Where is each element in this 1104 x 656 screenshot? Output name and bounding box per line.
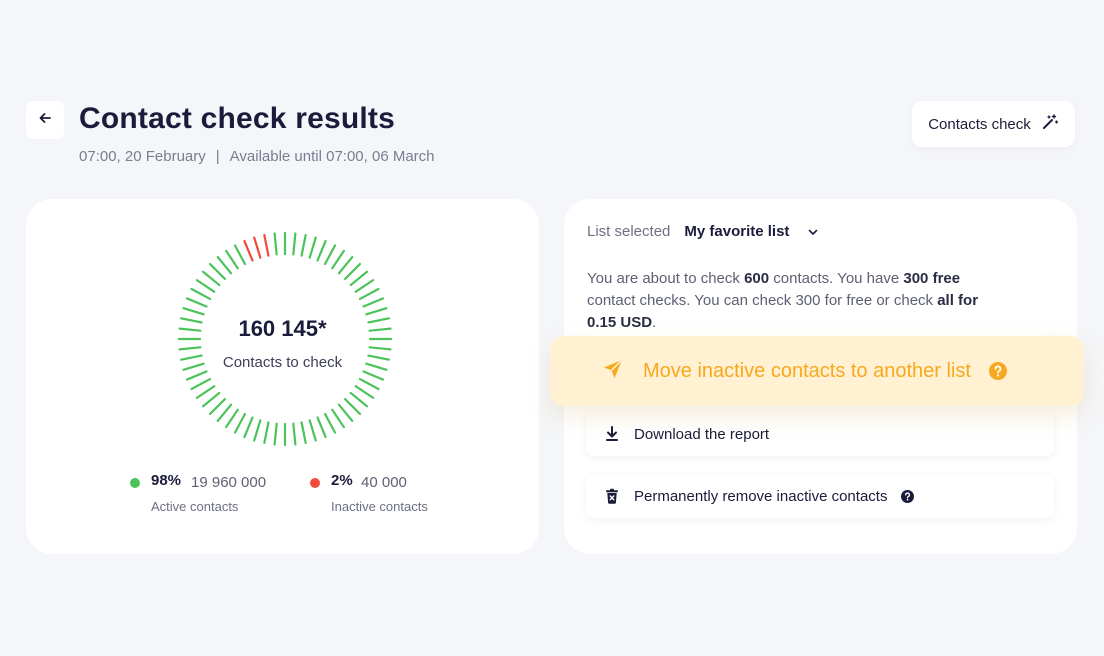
- remove-inactive-button[interactable]: Permanently remove inactive contacts: [586, 474, 1054, 518]
- gauge-tick-inactive: [253, 236, 262, 259]
- gauge-tick-active: [195, 279, 216, 293]
- desc-contacts-count: 600: [744, 270, 770, 287]
- gauge-tick-active: [362, 297, 385, 308]
- gauge-tick-active: [300, 421, 307, 445]
- contacts-check-button[interactable]: Contacts check: [912, 101, 1075, 147]
- gauge-tick-active: [344, 398, 362, 416]
- gauge-tick-active: [208, 262, 226, 280]
- gauge-tick-active: [225, 408, 239, 429]
- check-description: You are about to check 600 contacts. You…: [587, 268, 997, 334]
- list-selector[interactable]: List selected My favorite list: [587, 223, 819, 240]
- gauge-tick-active: [190, 287, 212, 301]
- desc-text-4: .: [652, 314, 657, 331]
- gauge-tick-active: [208, 398, 226, 416]
- page-title: Contact check results: [79, 102, 395, 135]
- subtitle-separator: |: [215, 148, 220, 165]
- desc-text-3: contact checks. You can check 300 for fr…: [587, 292, 938, 309]
- gauge-tick-active: [308, 419, 317, 442]
- gauge-tick-active: [253, 419, 262, 442]
- send-icon: [602, 358, 624, 385]
- inactive-label: Inactive contacts: [331, 499, 428, 514]
- gauge-tick-active: [195, 385, 216, 399]
- inactive-dot: [310, 478, 320, 488]
- gauge-tick-active: [233, 244, 247, 266]
- gauge-tick-active: [243, 416, 254, 439]
- contacts-to-check-label: Contacts to check: [222, 354, 343, 371]
- gauge-tick-active: [358, 377, 380, 391]
- gauge-tick-active: [201, 270, 221, 287]
- gauge-tick-active: [308, 236, 317, 259]
- gauge-tick-active: [201, 391, 221, 408]
- gauge-tick-active: [185, 297, 208, 308]
- gauge-tick-active: [331, 249, 345, 270]
- gauge-tick-inactive: [263, 233, 270, 257]
- gauge-tick-active: [185, 370, 208, 381]
- gauge-tick-active: [349, 270, 369, 287]
- gauge-tick-active: [337, 403, 354, 423]
- inactive-percent: 2%: [331, 472, 353, 489]
- active-label: Active contacts: [151, 499, 239, 514]
- help-icon[interactable]: [988, 362, 1007, 380]
- list-selected-label: List selected: [587, 223, 671, 240]
- gauge-tick-active: [263, 421, 270, 445]
- results-card: 160 145* Contacts to check 98% 19 960 00…: [26, 199, 539, 554]
- magic-wand-icon: [1041, 113, 1059, 135]
- remove-inactive-label: Permanently remove inactive contacts: [634, 487, 888, 505]
- chevron-down-icon: [807, 226, 819, 238]
- gauge-tick-active: [273, 422, 278, 446]
- gauge-tick-active: [354, 385, 375, 399]
- gauge-tick-active: [292, 422, 297, 446]
- active-dot: [130, 478, 140, 488]
- gauge-tick-active: [292, 232, 297, 256]
- active-count: 19 960 000: [191, 474, 267, 491]
- trash-icon: [604, 488, 620, 504]
- gauge-tick-active: [190, 377, 212, 391]
- gauge-tick-active: [349, 391, 369, 408]
- inactive-count: 40 000: [361, 474, 407, 491]
- gauge-tick-active: [316, 239, 327, 262]
- gauge-tick-active: [316, 416, 327, 439]
- gauge-tick-active: [323, 412, 337, 434]
- gauge-tick-active: [273, 232, 278, 256]
- help-icon[interactable]: [901, 489, 915, 503]
- active-percent: 98%: [151, 472, 182, 489]
- gauge-tick-active: [337, 255, 354, 275]
- gauge-tick-active: [358, 287, 380, 301]
- check-date: 07:00, 20 February: [79, 148, 206, 165]
- gauge-tick-active: [233, 412, 247, 434]
- gauge-tick-active: [182, 307, 205, 316]
- gauge-tick-active: [344, 262, 362, 280]
- desc-text-1: You are about to check: [587, 270, 745, 287]
- gauge-tick-active: [300, 233, 307, 257]
- contacts-check-label: Contacts check: [928, 115, 1031, 133]
- gauge-tick-active: [178, 346, 202, 351]
- move-inactive-label: Move inactive contacts to another list: [643, 359, 971, 382]
- gauge-tick-active: [331, 408, 345, 429]
- availability: Available until 07:00, 06 March: [229, 148, 435, 165]
- move-inactive-button[interactable]: Move inactive contacts to another list: [550, 336, 1084, 406]
- download-report-button[interactable]: Download the report: [586, 412, 1054, 456]
- desc-text-2: contacts. You have: [769, 270, 904, 287]
- gauge-tick-active: [216, 255, 233, 275]
- gauge-tick-active: [365, 307, 388, 316]
- gauge-tick-inactive: [243, 239, 254, 262]
- gauge-tick-active: [354, 279, 375, 293]
- download-icon: [604, 426, 620, 442]
- download-report-label: Download the report: [634, 425, 770, 443]
- gauge-tick-active: [323, 244, 337, 266]
- desc-free-checks: 300 free: [903, 270, 961, 287]
- gauge-tick-active: [216, 403, 233, 423]
- gauge-tick-active: [362, 370, 385, 381]
- back-button[interactable]: [26, 101, 64, 139]
- arrow-left-icon: [37, 110, 53, 131]
- contacts-to-check-value: 160 145*: [238, 316, 327, 341]
- gauge-tick-active: [368, 346, 392, 351]
- page-subtitle: 07:00, 20 February | Available until 07:00…: [79, 148, 435, 165]
- gauge-tick-active: [225, 249, 239, 270]
- selected-list-name: My favorite list: [684, 223, 790, 240]
